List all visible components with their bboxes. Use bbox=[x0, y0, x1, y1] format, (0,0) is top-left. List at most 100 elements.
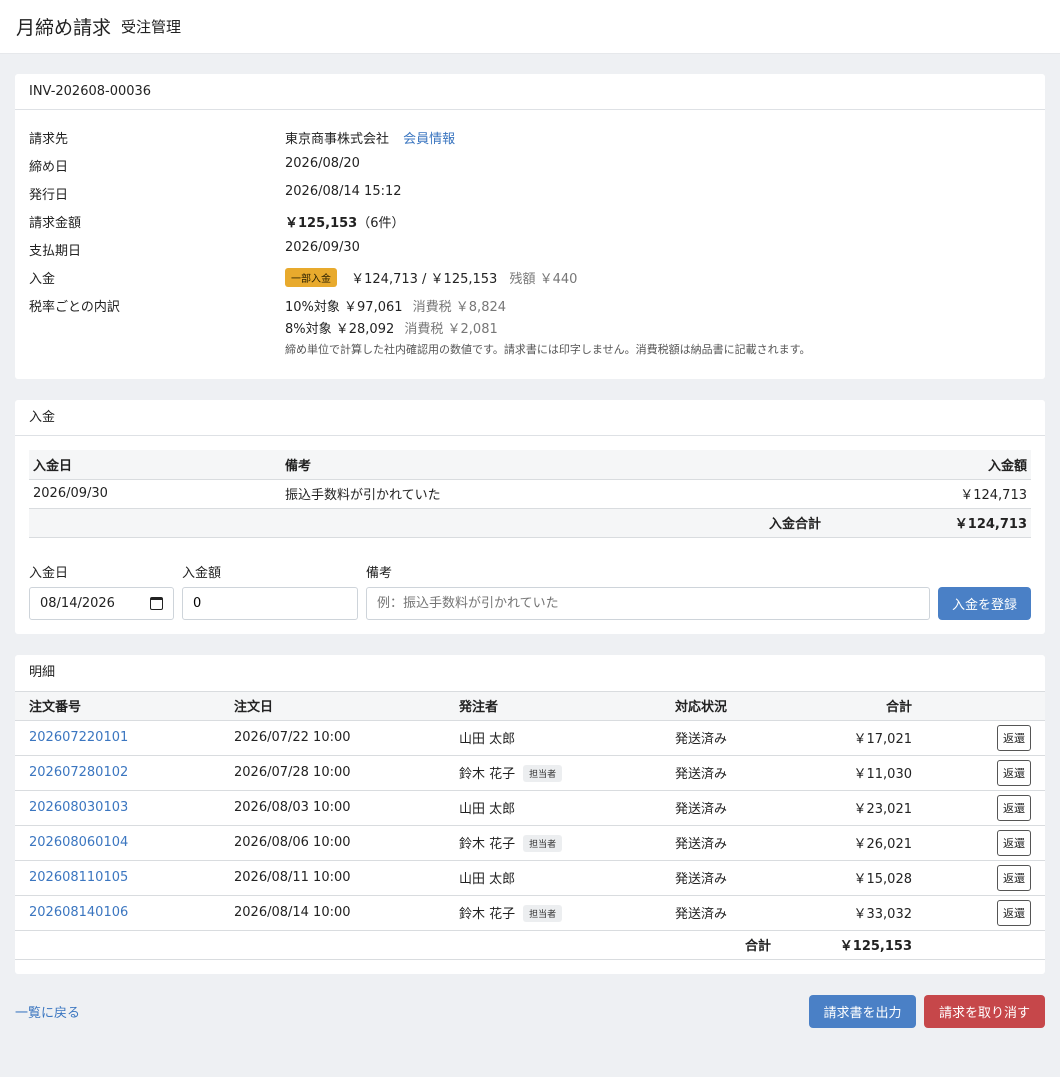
order-status: 発送済み bbox=[661, 790, 771, 826]
details-header-orderer: 発注者 bbox=[445, 690, 661, 721]
return-button[interactable]: 返還 bbox=[997, 899, 1031, 926]
details-total-label: 合計 bbox=[661, 930, 771, 960]
partial-payment-badge: 一部入金 bbox=[285, 268, 337, 287]
order-number-link[interactable]: 202608060104 bbox=[29, 835, 128, 850]
order-date: 2026/07/22 10:00 bbox=[220, 720, 445, 756]
payments-total-value: ￥124,713 bbox=[881, 508, 1031, 538]
return-button[interactable]: 返還 bbox=[997, 864, 1031, 891]
table-row: 202608110105 2026/08/11 10:00 山田 太郎 発送済み ￥15… bbox=[15, 860, 1045, 896]
tax10-tax: 消費税 ￥8,824 bbox=[412, 300, 507, 315]
details-total-value: ￥125,153 bbox=[771, 930, 926, 960]
table-row: 202608140106 2026/08/14 10:00 鈴木 花子 担当者 発送済み… bbox=[15, 895, 1045, 931]
owner-tag: 担当者 bbox=[523, 905, 563, 922]
billing-to-row: 請求先 東京商事株式会社 会員情報 bbox=[29, 124, 1031, 152]
payments-title: 入金 bbox=[15, 400, 1045, 436]
amount-value: ￥125,153 bbox=[285, 216, 358, 231]
invoice-number: INV-202608-00036 bbox=[15, 74, 1045, 110]
order-total: ￥15,028 bbox=[771, 860, 926, 896]
order-date: 2026/07/28 10:00 bbox=[220, 755, 445, 791]
tax8-tax: 消費税 ￥2,081 bbox=[404, 322, 498, 337]
order-total: ￥17,021 bbox=[771, 720, 926, 756]
order-status: 発送済み bbox=[661, 825, 771, 861]
form-note-label: 備考 bbox=[366, 565, 393, 581]
order-number-link[interactable]: 202608140106 bbox=[29, 905, 128, 920]
form-date-label: 入金日 bbox=[29, 565, 69, 581]
orderer-name: 鈴木 花子 bbox=[459, 767, 516, 782]
order-date: 2026/08/14 10:00 bbox=[220, 895, 445, 931]
order-number-link[interactable]: 202608110105 bbox=[29, 870, 128, 885]
order-total: ￥11,030 bbox=[771, 755, 926, 791]
order-date: 2026/08/06 10:00 bbox=[220, 825, 445, 861]
details-total-row: 合計 ￥125,153 bbox=[15, 930, 1045, 960]
payments-total-row: 入金合計 ￥124,713 bbox=[29, 508, 1031, 538]
order-date: 2026/08/11 10:00 bbox=[220, 860, 445, 896]
payments-header-date: 入金日 bbox=[29, 450, 281, 480]
table-row: 202607220101 2026/07/22 10:00 山田 太郎 発送済み ￥17… bbox=[15, 720, 1045, 756]
calendar-icon[interactable] bbox=[150, 596, 163, 610]
table-row: 202608060104 2026/08/06 10:00 鈴木 花子 担当者 発送済み… bbox=[15, 825, 1045, 861]
owner-tag: 担当者 bbox=[523, 765, 563, 782]
payment-date-value: 08/14/2026 bbox=[40, 595, 115, 611]
order-total: ￥23,021 bbox=[771, 790, 926, 826]
orderer-name: 山田 太郎 bbox=[459, 802, 516, 817]
closing-date-row: 締め日 2026/08/20 bbox=[29, 152, 1031, 180]
tax8-target: 8%対象 ￥28,092 bbox=[285, 322, 395, 337]
payment-amount-input[interactable] bbox=[182, 586, 358, 620]
payment-balance: 残額 ￥440 bbox=[509, 272, 578, 287]
export-invoice-button[interactable]: 請求書を出力 bbox=[809, 994, 916, 1028]
issue-date-label: 発行日 bbox=[29, 188, 69, 203]
payments-header-note: 備考 bbox=[281, 450, 881, 480]
details-title: 明細 bbox=[29, 664, 56, 680]
details-table: 注文番号 注文日 発注者 対応状況 合計 202607220101 2026/07… bbox=[15, 690, 1045, 960]
payments-card: 入金 入金日 備考 入金額 2026/09/30 振込手数料が引かれていた ￥1… bbox=[15, 400, 1045, 634]
orderer-name: 山田 太郎 bbox=[459, 872, 516, 887]
due-date-label: 支払期日 bbox=[29, 244, 82, 259]
details-card: 明細 注文番号 注文日 発注者 対応状況 合計 202607220101 2026… bbox=[15, 654, 1045, 974]
details-header-total: 合計 bbox=[771, 690, 926, 721]
order-total: ￥26,021 bbox=[771, 825, 926, 861]
tax10-target: 10%対象 ￥97,061 bbox=[285, 300, 403, 315]
details-header-status: 対応状況 bbox=[661, 690, 771, 721]
register-payment-button[interactable]: 入金を登録 bbox=[938, 586, 1031, 620]
amount-count: （6件） bbox=[357, 216, 405, 231]
details-header-order-date: 注文日 bbox=[220, 690, 445, 721]
return-button[interactable]: 返還 bbox=[997, 724, 1031, 751]
order-status: 発送済み bbox=[661, 860, 771, 896]
order-status: 発送済み bbox=[661, 720, 771, 756]
member-info-link[interactable]: 会員情報 bbox=[403, 132, 455, 147]
payment-value: ￥124,713 / ￥125,153 bbox=[351, 272, 498, 287]
order-number-link[interactable]: 202607220101 bbox=[29, 730, 128, 745]
top-bar: 月締め請求 受注管理 bbox=[0, 0, 1060, 54]
table-row: 202607280102 2026/07/28 10:00 鈴木 花子 担当者 発送済み… bbox=[15, 755, 1045, 791]
issue-date-value: 2026/08/14 15:12 bbox=[285, 184, 402, 199]
return-button[interactable]: 返還 bbox=[997, 759, 1031, 786]
payment-row: 入金 一部入金 ￥124,713 / ￥125,153 残額 ￥440 bbox=[29, 264, 1031, 292]
payment-note-input[interactable] bbox=[366, 586, 930, 620]
invoice-card: INV-202608-00036 請求先 東京商事株式会社 会員情報 締め日 2… bbox=[15, 74, 1045, 379]
order-number-link[interactable]: 202608030103 bbox=[29, 800, 128, 815]
closing-date-label: 締め日 bbox=[29, 160, 69, 175]
payment-label: 入金 bbox=[29, 272, 56, 287]
order-date: 2026/08/03 10:00 bbox=[220, 790, 445, 826]
billing-to-value: 東京商事株式会社 bbox=[285, 132, 390, 147]
owner-tag: 担当者 bbox=[523, 835, 563, 852]
return-button[interactable]: 返還 bbox=[997, 794, 1031, 821]
order-status: 発送済み bbox=[661, 755, 771, 791]
payments-header-amount: 入金額 bbox=[881, 450, 1031, 480]
details-header-order-no: 注文番号 bbox=[15, 690, 220, 721]
payment-date-input[interactable]: 08/14/2026 bbox=[29, 586, 174, 620]
due-date-value: 2026/09/30 bbox=[285, 240, 360, 255]
tax-note: 締め単位で計算した社内確認用の数値です。請求書には印字しません。消費税額は納品書… bbox=[285, 343, 811, 356]
page-subtitle: 受注管理 bbox=[121, 18, 182, 36]
tax-breakdown-label: 税率ごとの内訳 bbox=[29, 300, 120, 315]
cancel-invoice-button[interactable]: 請求を取り消す bbox=[924, 994, 1045, 1028]
amount-row: 請求金額 ￥125,153（6件） bbox=[29, 208, 1031, 236]
payments-total-label: 入金合計 bbox=[281, 508, 881, 538]
payments-table: 入金日 備考 入金額 2026/09/30 振込手数料が引かれていた ￥124,… bbox=[29, 450, 1031, 538]
return-button[interactable]: 返還 bbox=[997, 829, 1031, 856]
page-title: 月締め請求 bbox=[16, 17, 112, 39]
order-number-link[interactable]: 202607280102 bbox=[29, 765, 128, 780]
payment-form: 入金日 08/14/2026 入金額 備考 入金を登録 bbox=[29, 562, 1031, 620]
tax-breakdown-row: 税率ごとの内訳 10%対象 ￥97,061 消費税 ￥8,824 8%対象 ￥2… bbox=[29, 292, 1031, 357]
back-to-list-link[interactable]: 一覧に戻る bbox=[15, 1002, 80, 1021]
